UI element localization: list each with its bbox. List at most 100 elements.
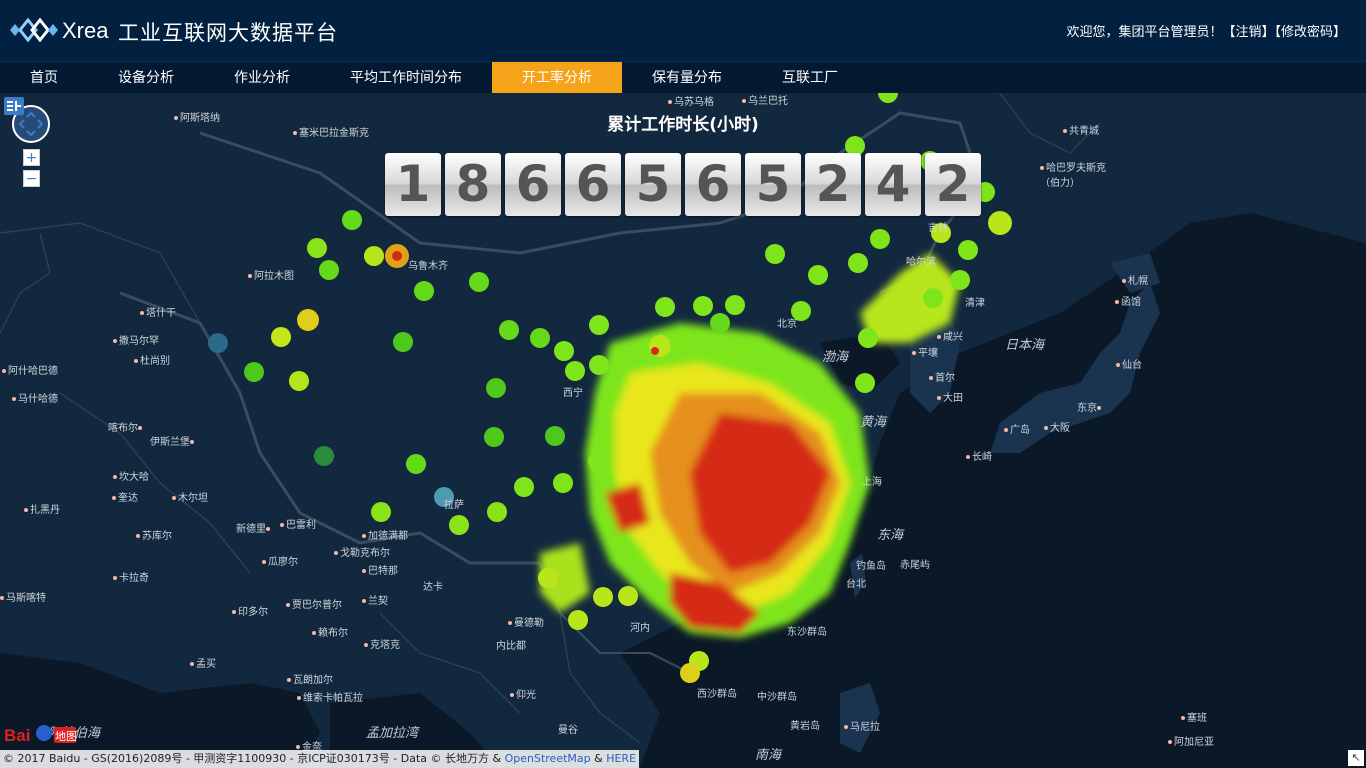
map-label: 兰契 (362, 592, 388, 607)
counter-digit: 2 (805, 153, 861, 216)
map-label: 广岛 (1004, 421, 1030, 436)
baidu-logo-icon: Bai 地图 (4, 725, 77, 745)
map-label: 撒马尔罕 (113, 332, 159, 347)
counter-digit: 6 (505, 153, 561, 216)
map-label: 印多尔 (232, 603, 268, 618)
map-label: 阿拉木图 (248, 267, 294, 282)
map-label: 马斯喀特 (0, 589, 46, 604)
app-title: 工业互联网大数据平台 (118, 21, 338, 45)
counter-digit: 8 (445, 153, 501, 216)
map-label: 吉林 (928, 223, 948, 234)
map-label: 首尔 (929, 369, 955, 384)
nav-item-device-analysis[interactable]: 设备分析 (88, 62, 204, 94)
xrea-logo-icon (10, 17, 58, 43)
map-label: 咸兴 (937, 328, 963, 343)
map-label: 赖布尔 (312, 624, 348, 639)
map-label: 巴雷利 (280, 516, 316, 531)
change-password-link[interactable]: 【修改密码】 (1274, 25, 1346, 40)
counter-digit: 6 (685, 153, 741, 216)
map-label: 马尼拉 (844, 718, 880, 733)
map-label: 函馆 (1115, 293, 1141, 308)
main-nav: 首页 设备分析 作业分析 平均工作时间分布 开工率分析 保有量分布 互联工厂 (0, 61, 1366, 94)
logo-text: Xrea (62, 18, 109, 43)
map-label: 新德里 (236, 520, 272, 535)
map-label: 阿加尼亚 (1168, 733, 1214, 748)
map-label: 黄海 (860, 415, 887, 430)
zoom-in-button[interactable]: + (23, 149, 40, 166)
here-link[interactable]: HERE (606, 752, 636, 765)
map-label: 阿什哈巴德 (2, 362, 58, 377)
map-label: 上海 (862, 477, 882, 488)
work-hours-counter: 1 8 6 6 5 6 5 2 4 2 (385, 153, 985, 217)
svg-text:Bai: Bai (4, 726, 30, 745)
counter-digit: 5 (745, 153, 801, 216)
nav-item-avg-work-time[interactable]: 平均工作时间分布 (320, 62, 492, 94)
map-label: 日本海 (1005, 338, 1045, 353)
map-label: 戈勒克布尔 (334, 544, 390, 559)
map-label: 长崎 (966, 448, 992, 463)
map-label: 赤尾屿 (900, 560, 930, 571)
map-label: 东沙群岛 (787, 627, 827, 638)
welcome-text: 欢迎您，集团平台管理员！ (1066, 25, 1223, 40)
map-label: 东海 (877, 528, 904, 543)
nav-item-work-analysis[interactable]: 作业分析 (204, 62, 320, 94)
map-label: 乌兰巴托 (742, 93, 788, 107)
map-label: 拉萨 (444, 500, 464, 511)
map-label: 西宁 (563, 388, 583, 399)
map-label: 克塔克 (364, 636, 400, 651)
app-header: Xrea 工业互联网大数据平台 欢迎您，集团平台管理员！【注销】【修改密码】 (0, 0, 1366, 61)
map-label: 大田 (937, 389, 963, 404)
nav-item-ownership-distribution[interactable]: 保有量分布 (622, 62, 752, 94)
copyright-amp: & (594, 752, 603, 765)
zoom-out-button[interactable]: − (23, 170, 40, 187)
openstreetmap-link[interactable]: OpenStreetMap (505, 752, 591, 765)
map-label: 清津 (965, 298, 985, 309)
nav-item-utilization-analysis[interactable]: 开工率分析 (492, 62, 622, 94)
map-label: 中沙群岛 (757, 692, 797, 703)
counter-digit: 4 (865, 153, 921, 216)
user-welcome: 欢迎您，集团平台管理员！【注销】【修改密码】 (1066, 21, 1346, 40)
map-label: 木尔坦 (172, 489, 208, 504)
map-label: 仙台 (1116, 356, 1142, 371)
map-label: 乌鲁木齐 (408, 261, 448, 272)
map-label: 贾巴尔普尔 (286, 596, 342, 611)
logout-link[interactable]: 【注销】 (1222, 25, 1274, 40)
map-label: 杜尚别 (134, 352, 170, 367)
map-label: 瓜廖尔 (262, 553, 298, 568)
map-label: 曼德勒 (508, 614, 544, 629)
map-label: 塞班 (1181, 709, 1207, 724)
counter-title: 累计工作时长(小时) (607, 115, 759, 135)
map-label: 黄岩岛 (790, 721, 820, 732)
map-label: 南海 (755, 748, 782, 763)
map-label: 奎达 (112, 489, 138, 504)
map-label: 瓦朗加尔 (287, 671, 333, 686)
map-label: 札幌 (1122, 272, 1148, 287)
map-label: 东京 (1077, 399, 1103, 414)
map-label: 加德满都 (362, 527, 408, 542)
map-label: 达卡 (423, 582, 443, 593)
map-label: 乌苏乌格 (668, 93, 714, 108)
map-label: 内比都 (496, 641, 526, 652)
map-label: 哈尔滨 (906, 257, 936, 268)
nav-item-connected-factory[interactable]: 互联工厂 (752, 62, 868, 94)
svg-text:地图: 地图 (55, 730, 77, 743)
map-label: 扎黑丹 (24, 501, 60, 516)
map-label: 平壤 (912, 344, 938, 359)
map-label: 维索卡帕瓦拉 (297, 689, 363, 704)
map-label: 钓鱼岛 (856, 561, 886, 572)
map-label: 坎大哈 (113, 468, 149, 483)
map-label: 伊斯兰堡 (150, 433, 196, 448)
nav-item-home[interactable]: 首页 (0, 62, 88, 94)
map-label: 西沙群岛 (697, 689, 737, 700)
map-label: 塔什干 (140, 304, 176, 319)
map-label: 苏库尔 (136, 527, 172, 542)
map-label: 台北 (846, 579, 866, 590)
heatmap-map[interactable]: 阿斯塔纳 塞米巴拉金斯克 乌兰巴托 乌苏乌格 共青城 哈巴罗夫斯克（伯力） 阿拉… (0, 93, 1366, 768)
resize-corner-icon[interactable]: ↖ (1348, 750, 1364, 766)
map-label: 孟买 (190, 655, 216, 670)
map-type-icon[interactable] (4, 97, 24, 115)
copyright-text: © 2017 Baidu - GS(2016)2089号 - 甲测资字11009… (3, 752, 502, 765)
counter-digit: 2 (925, 153, 981, 216)
map-label: 大阪 (1044, 419, 1070, 434)
map-label: 马什哈德 (12, 390, 58, 405)
